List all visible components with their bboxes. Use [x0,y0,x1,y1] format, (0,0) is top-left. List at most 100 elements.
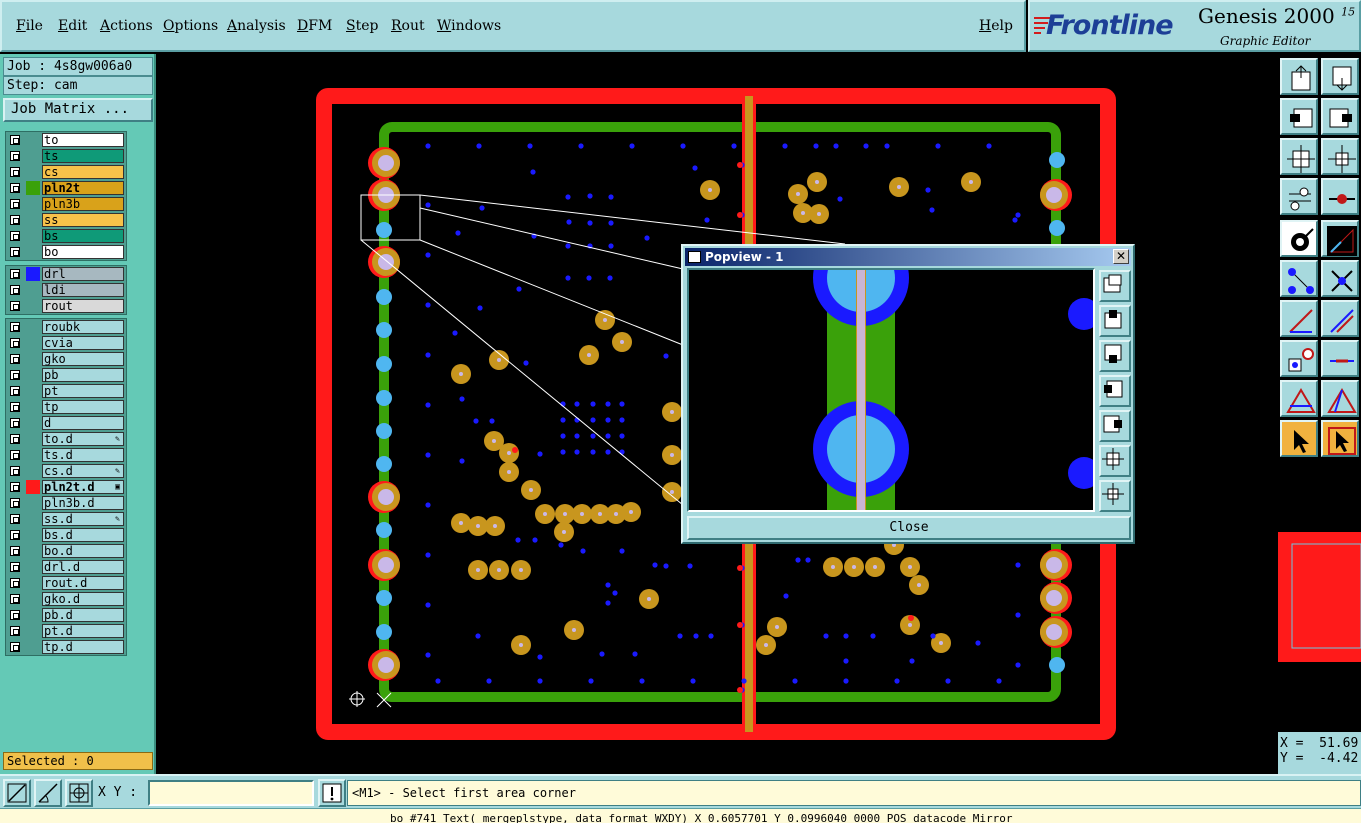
layer-checkbox[interactable] [10,231,20,241]
layer-color-swatch[interactable] [26,229,40,243]
layer-row-rout[interactable]: rout [6,298,126,314]
layer-name[interactable]: bo.d [42,544,124,558]
layer-color-swatch[interactable] [26,336,40,350]
layer-checkbox[interactable] [10,354,20,364]
layer-name[interactable]: pb.d [42,608,124,622]
layer-row-drl-d[interactable]: drl.d [6,559,126,575]
layer-color-swatch[interactable] [26,592,40,606]
net-icon[interactable] [1280,260,1318,297]
layer-checkbox[interactable] [10,594,20,604]
layer-checkbox[interactable] [10,434,20,444]
zoom-next-icon[interactable] [1321,98,1359,135]
zoom-area-icon[interactable] [3,779,31,807]
layer-checkbox[interactable] [10,301,20,311]
layer-color-swatch[interactable] [26,384,40,398]
layer-name[interactable]: pln3b.d [42,496,124,510]
layer-checkbox[interactable] [10,215,20,225]
layer-name[interactable]: d [42,416,124,430]
layer-row-drl[interactable]: drl [6,266,126,282]
layer-row-bo-d[interactable]: bo.d [6,543,126,559]
layer-row-pln3b-d[interactable]: pln3b.d [6,495,126,511]
layer-name[interactable]: bs [42,229,124,243]
measure-icon[interactable] [1280,178,1318,215]
layer-color-swatch[interactable] [26,267,40,281]
layer-row-cvia[interactable]: cvia [6,335,126,351]
menu-help[interactable]: Help [979,18,1013,34]
layer-checkbox[interactable] [10,578,20,588]
layer-checkbox[interactable] [10,183,20,193]
menu-analysis[interactable]: Analysis [227,18,286,34]
layer-row-pt-d[interactable]: pt.d [6,623,126,639]
layer-color-swatch[interactable] [26,416,40,430]
layer-color-swatch[interactable] [26,368,40,382]
pointer-active-icon[interactable] [1321,420,1359,457]
layer-row-to[interactable]: to [6,132,126,148]
layer-color-swatch[interactable] [26,283,40,297]
alert-icon[interactable] [318,779,346,807]
pv-pan-down-icon[interactable] [1099,340,1131,372]
measure-tool-icon[interactable] [34,779,62,807]
layer-color-swatch[interactable] [26,213,40,227]
layer-name[interactable]: tp [42,400,124,414]
layer-checkbox[interactable] [10,322,20,332]
layer-color-swatch[interactable] [26,133,40,147]
layer-row-gko[interactable]: gko [6,351,126,367]
layer-name[interactable]: cs.d [42,464,124,478]
menu-windows[interactable]: Windows [437,18,501,34]
pv-zoom-in-icon[interactable] [1099,270,1131,302]
zoom-fit-icon[interactable] [1321,138,1359,175]
layer-color-swatch[interactable] [26,560,40,574]
feature-icon[interactable] [1280,340,1318,377]
layer-name[interactable]: roubk [42,320,124,334]
layer-checkbox[interactable] [10,167,20,177]
layer-row-pln2t[interactable]: pln2t [6,180,126,196]
layer-color-swatch[interactable] [26,512,40,526]
grid-snap-icon[interactable] [65,779,93,807]
pointer-icon[interactable] [1280,420,1318,457]
pv-home-icon[interactable] [1099,480,1131,512]
layer-row-cs-d[interactable]: cs.d ✎ [6,463,126,479]
restore-icon[interactable] [1321,58,1359,95]
layer-checkbox[interactable] [10,338,20,348]
layer-row-to-d[interactable]: to.d ✎ [6,431,126,447]
layer-name[interactable]: to.d [42,432,124,446]
layer-row-ts[interactable]: ts [6,148,126,164]
layer-color-swatch[interactable] [26,165,40,179]
layer-name[interactable]: pt.d [42,624,124,638]
pv-pan-left-icon[interactable] [1099,375,1131,407]
select-single-icon[interactable] [1280,220,1318,257]
menu-dfm[interactable]: DFM [297,18,332,34]
layer-row-rout-d[interactable]: rout.d [6,575,126,591]
layer-row-pb-d[interactable]: pb.d [6,607,126,623]
layer-row-d[interactable]: d [6,415,126,431]
layer-row-tp-d[interactable]: tp.d [6,639,126,655]
layer-color-swatch[interactable] [26,299,40,313]
layer-name[interactable]: pln2t.d [42,480,124,494]
layer-name[interactable]: to [42,133,124,147]
layer-checkbox[interactable] [10,386,20,396]
highlight-icon[interactable] [1321,380,1359,417]
layer-name[interactable]: tp.d [42,640,124,654]
layer-name[interactable]: ts [42,149,124,163]
popview-titlebar[interactable]: Popview - 1 ✕ [685,248,1131,266]
layer-row-ss[interactable]: ss [6,212,126,228]
layer-checkbox[interactable] [10,151,20,161]
layer-checkbox[interactable] [10,626,20,636]
xy-coordinate-input[interactable] [148,780,314,806]
layer-name[interactable]: bo [42,245,124,259]
popview-canvas[interactable] [687,268,1095,512]
menu-step[interactable]: Step [346,18,378,34]
layer-name[interactable]: pb [42,368,124,382]
layer-checkbox[interactable] [10,642,20,652]
layer-color-swatch[interactable] [26,608,40,622]
layer-row-gko-d[interactable]: gko.d [6,591,126,607]
layer-name[interactable]: ldi [42,283,124,297]
layer-checkbox[interactable] [10,370,20,380]
layer-name[interactable]: gko.d [42,592,124,606]
layer-color-swatch[interactable] [26,320,40,334]
layer-name[interactable]: ss [42,213,124,227]
layer-color-swatch[interactable] [26,400,40,414]
layer-checkbox[interactable] [10,285,20,295]
layer-checkbox[interactable] [10,247,20,257]
close-button[interactable]: Close [687,516,1131,540]
